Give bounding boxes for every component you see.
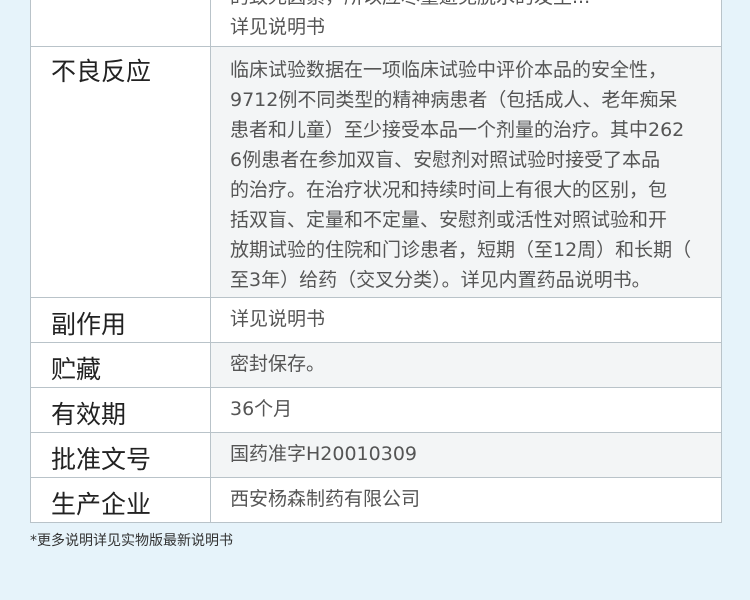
adverse-line-4: 6例患者在参加双盲、安慰剂对照试验时接受了本品 bbox=[230, 149, 661, 171]
adverse-line-6: 括双盲、定量和不定量、安慰剂或活性对照试验和开 bbox=[230, 209, 668, 231]
adverse-line-2: 9712例不同类型的精神病患者（包括成人、老年痴呆 bbox=[230, 89, 678, 111]
drug-info-table: 的致死因素，所以应尽量避免脱水的发生... 详见说明书 不良反应 临床试验数据在… bbox=[30, 0, 722, 523]
table-row-storage: 贮藏 密封保存。 bbox=[31, 343, 721, 388]
row-label-text: 有效期 bbox=[51, 400, 127, 429]
adverse-line-3: 患者和儿童）至少接受本品一个剂量的治疗。其中262 bbox=[230, 119, 685, 141]
row-label-adverse-reactions: 不良反应 bbox=[31, 47, 211, 297]
precautions-line-2: 详见说明书 bbox=[230, 16, 326, 38]
row-value-adverse-reactions: 临床试验数据在一项临床试验中评价本品的安全性， 9712例不同类型的精神病患者（… bbox=[211, 47, 721, 297]
adverse-line-7: 放期试验的住院和门诊患者，短期（至12周）和长期（ bbox=[230, 239, 692, 261]
row-value-approval-number: 国药准字H20010309 bbox=[211, 433, 721, 477]
table-row-shelf-life: 有效期 36个月 bbox=[31, 388, 721, 433]
row-label-text: 批准文号 bbox=[51, 445, 152, 474]
adverse-line-8: 至3年）给药（交叉分类）。详见内置药品说明书。 bbox=[230, 269, 651, 291]
row-label-empty bbox=[31, 0, 211, 46]
row-label-manufacturer: 生产企业 bbox=[31, 478, 211, 522]
adverse-line-1: 临床试验数据在一项临床试验中评价本品的安全性， bbox=[230, 59, 668, 81]
row-label-shelf-life: 有效期 bbox=[31, 388, 211, 432]
row-value-precautions: 的致死因素，所以应尽量避免脱水的发生... 详见说明书 bbox=[211, 0, 721, 46]
row-value-manufacturer: 西安杨森制药有限公司 bbox=[230, 488, 421, 510]
row-label-text: 贮藏 bbox=[51, 355, 102, 384]
table-row-precautions: 的致死因素，所以应尽量避免脱水的发生... 详见说明书 bbox=[31, 0, 721, 47]
table-row-side-effects: 副作用 详见说明书 bbox=[31, 298, 721, 343]
table-row-manufacturer: 生产企业 西安杨森制药有限公司 bbox=[31, 478, 721, 522]
row-label-text: 副作用 bbox=[51, 310, 127, 339]
row-value-side-effects: 详见说明书 bbox=[230, 308, 326, 330]
table-row-adverse-reactions: 不良反应 临床试验数据在一项临床试验中评价本品的安全性， 9712例不同类型的精… bbox=[31, 47, 721, 298]
row-label-text: 生产企业 bbox=[51, 490, 152, 519]
footnote: *更多说明详见实物版最新说明书 bbox=[30, 533, 233, 549]
adverse-line-5: 的治疗。在治疗状况和持续时间上有很大的区别，包 bbox=[230, 179, 668, 201]
row-label-storage: 贮藏 bbox=[31, 343, 211, 387]
row-value-shelf-life: 36个月 bbox=[230, 398, 293, 420]
row-value-storage: 密封保存。 bbox=[211, 343, 721, 387]
precautions-line-1: 的致死因素，所以应尽量避免脱水的发生... bbox=[230, 0, 590, 12]
table-row-approval-number: 批准文号 国药准字H20010309 bbox=[31, 433, 721, 478]
row-label-approval-number: 批准文号 bbox=[31, 433, 211, 477]
row-label-side-effects: 副作用 bbox=[31, 298, 211, 342]
